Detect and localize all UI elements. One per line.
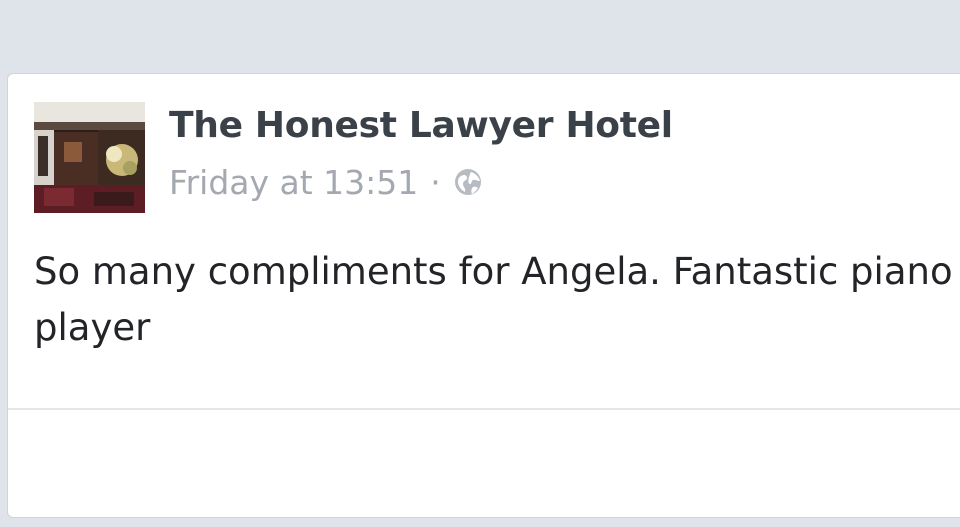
meta-separator: · [430,162,441,202]
post-text: So many compliments for Angela. Fantasti… [34,250,953,349]
post-card: The Honest Lawyer Hotel Friday at 13:51 … [7,73,960,518]
post-timestamp[interactable]: Friday at 13:51 [169,163,418,202]
post-action-area [8,410,960,515]
globe-icon[interactable] [453,167,483,197]
post-meta: Friday at 13:51 · [169,162,483,202]
avatar-image [34,102,145,213]
page-name[interactable]: The Honest Lawyer Hotel [169,104,673,148]
page-avatar[interactable] [34,102,145,213]
